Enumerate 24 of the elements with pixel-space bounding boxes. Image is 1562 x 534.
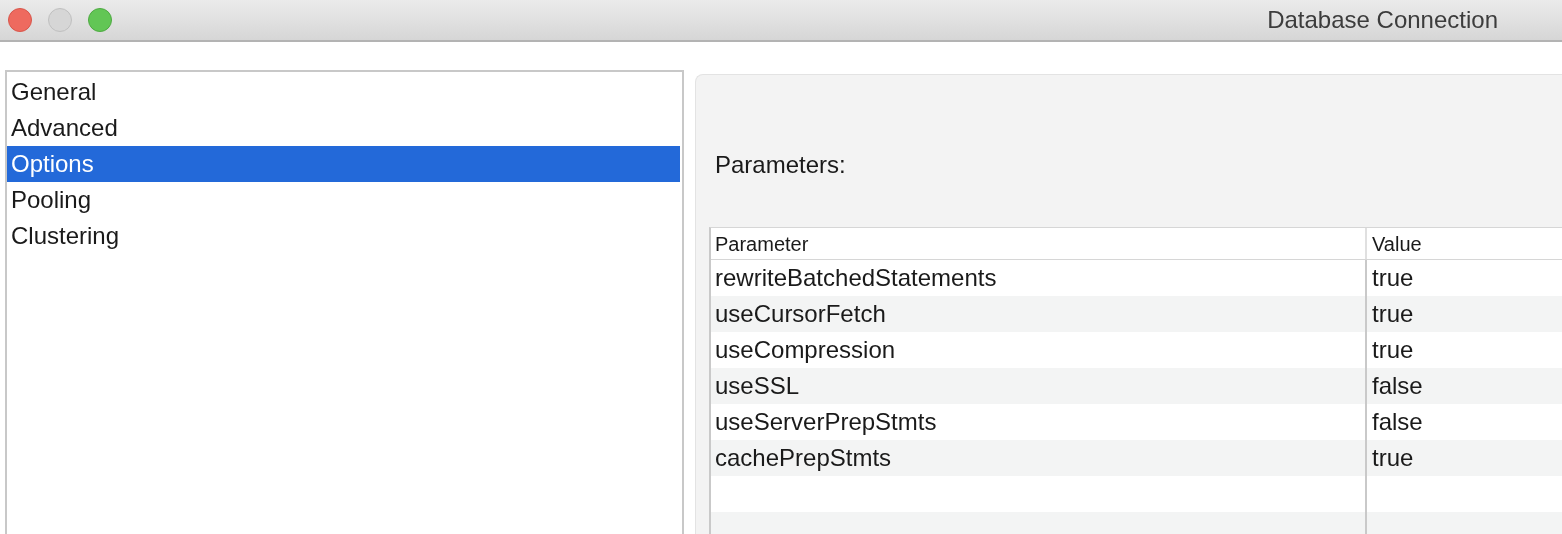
column-header[interactable]: Value: [1367, 228, 1562, 259]
section-heading: Parameters:: [715, 150, 847, 180]
column-header[interactable]: Parameter: [711, 228, 1367, 259]
parameter-value: false: [1372, 372, 1423, 399]
window-title: Database Connection: [1267, 5, 1498, 35]
parameter-name: useSSL: [715, 372, 800, 399]
sidebar-item[interactable]: Pooling: [7, 182, 680, 218]
parameter-name: cachePrepStmts: [715, 444, 892, 471]
parameter-value: true: [1372, 444, 1414, 471]
parameter-value: true: [1372, 300, 1414, 327]
parameter-name: useCursorFetch: [715, 300, 886, 327]
parameter-name: rewriteBatchedStatements: [715, 264, 997, 291]
parameter-name: useCompression: [715, 336, 896, 363]
parameter-value: true: [1372, 336, 1414, 363]
parameter-value: true: [1372, 264, 1414, 291]
sidebar-item[interactable]: Options: [7, 146, 680, 182]
sidebar-item[interactable]: Advanced: [7, 110, 680, 146]
sidebar-item[interactable]: General: [7, 74, 680, 110]
zoom-button[interactable]: [88, 8, 112, 32]
close-button[interactable]: [8, 8, 32, 32]
sidebar-item[interactable]: Clustering: [7, 218, 680, 254]
minimize-button[interactable]: [48, 8, 72, 32]
parameter-name: useServerPrepStmts: [715, 408, 937, 435]
parameter-value: false: [1372, 408, 1423, 435]
